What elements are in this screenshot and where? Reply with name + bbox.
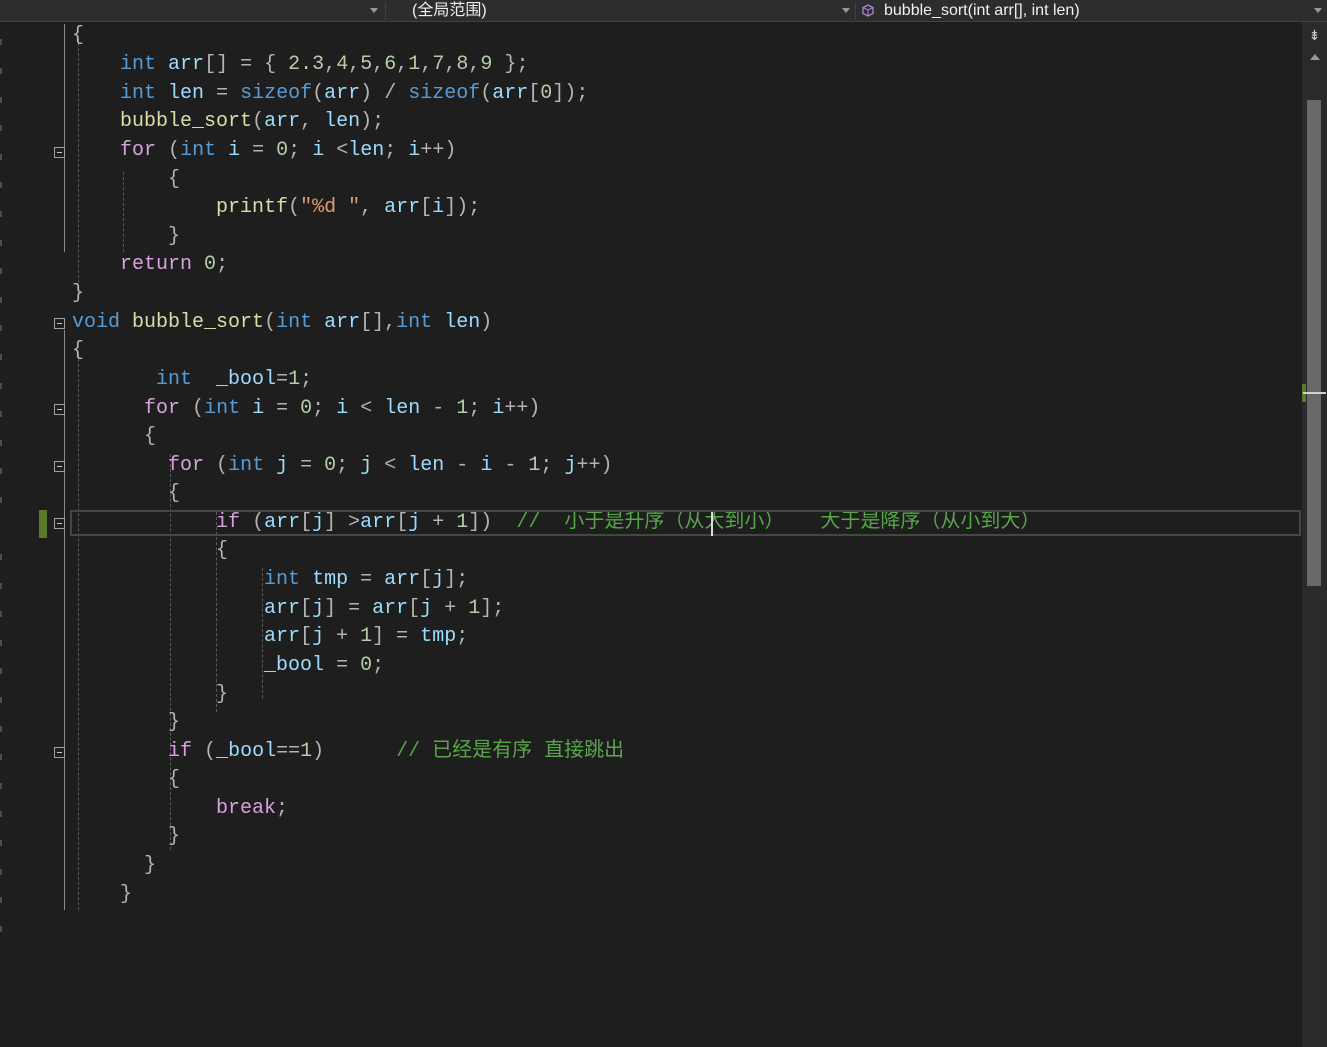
fold-minus-icon[interactable] bbox=[54, 461, 65, 472]
scroll-up-icon[interactable] bbox=[1310, 54, 1320, 60]
code-line[interactable]: { bbox=[72, 423, 156, 451]
code-line[interactable]: break; bbox=[72, 795, 288, 823]
scrollbar-caret-marker bbox=[1303, 392, 1326, 394]
code-line[interactable]: for (int i = 0; i < len - 1; i++) bbox=[72, 395, 540, 423]
code-line[interactable]: } bbox=[72, 280, 84, 308]
chevron-down-icon bbox=[1314, 8, 1322, 13]
code-line[interactable]: } bbox=[72, 823, 180, 851]
current-line-highlight bbox=[70, 510, 1301, 536]
fold-line bbox=[64, 24, 65, 252]
scrollbar-thumb[interactable] bbox=[1307, 100, 1321, 586]
split-icon[interactable]: ⇟ bbox=[1308, 28, 1321, 42]
code-line[interactable]: } bbox=[72, 852, 156, 880]
code-line[interactable]: } bbox=[72, 881, 132, 909]
cube-icon bbox=[862, 4, 874, 17]
code-line[interactable]: { bbox=[72, 766, 180, 794]
fold-minus-icon[interactable] bbox=[54, 747, 65, 758]
code-line[interactable]: { bbox=[72, 22, 84, 50]
function-label: bubble_sort(int arr[], int len) bbox=[884, 2, 1080, 19]
code-line[interactable]: int _bool=1; bbox=[72, 366, 312, 394]
code-line[interactable]: { bbox=[72, 537, 228, 565]
code-line[interactable]: _bool = 0; bbox=[72, 652, 384, 680]
code-line[interactable]: } bbox=[72, 223, 180, 251]
code-line[interactable]: { bbox=[72, 337, 84, 365]
code-line[interactable]: { bbox=[72, 480, 180, 508]
code-line[interactable]: arr[j] = arr[j + 1]; bbox=[72, 595, 504, 623]
code-line[interactable]: printf("%d ", arr[i]); bbox=[72, 194, 480, 222]
fold-minus-icon[interactable] bbox=[54, 318, 65, 329]
code-line[interactable]: return 0; bbox=[72, 251, 228, 279]
scope-dropdown[interactable]: (全局范围) bbox=[386, 0, 854, 22]
code-line[interactable]: bubble_sort(arr, len); bbox=[72, 108, 384, 136]
code-line[interactable]: } bbox=[72, 709, 180, 737]
code-line[interactable]: if (_bool==1) // 已经是有序 直接跳出 bbox=[72, 738, 624, 766]
fold-minus-icon[interactable] bbox=[54, 404, 65, 415]
fold-minus-icon[interactable] bbox=[54, 147, 65, 158]
function-dropdown[interactable]: bubble_sort(int arr[], int len) bbox=[856, 0, 1327, 22]
code-line[interactable]: for (int i = 0; i <len; i++) bbox=[72, 137, 456, 165]
code-line[interactable]: for (int j = 0; j < len - i - 1; j++) bbox=[72, 452, 612, 480]
code-line[interactable]: } bbox=[72, 681, 228, 709]
fold-minus-icon[interactable] bbox=[54, 518, 65, 529]
code-line[interactable]: int tmp = arr[j]; bbox=[72, 566, 468, 594]
fold-line bbox=[64, 330, 65, 910]
code-line[interactable]: int len = sizeof(arr) / sizeof(arr[0]); bbox=[72, 80, 588, 108]
scope-label: (全局范围) bbox=[412, 2, 487, 19]
project-dropdown[interactable] bbox=[0, 0, 384, 22]
code-line[interactable]: void bubble_sort(int arr[],int len) bbox=[72, 309, 492, 337]
code-line[interactable]: { bbox=[72, 166, 180, 194]
chevron-down-icon bbox=[370, 8, 378, 13]
vertical-scrollbar[interactable]: ⇟ bbox=[1302, 22, 1327, 1047]
change-indicator bbox=[39, 510, 47, 538]
text-caret bbox=[711, 512, 713, 536]
chevron-down-icon bbox=[842, 8, 850, 13]
code-line[interactable]: int arr[] = { 2.3,4,5,6,1,7,8,9 }; bbox=[72, 51, 528, 79]
code-line[interactable]: arr[j + 1] = tmp; bbox=[72, 623, 468, 651]
navigation-bar: (全局范围) bubble_sort(int arr[], int len) bbox=[0, 0, 1327, 22]
